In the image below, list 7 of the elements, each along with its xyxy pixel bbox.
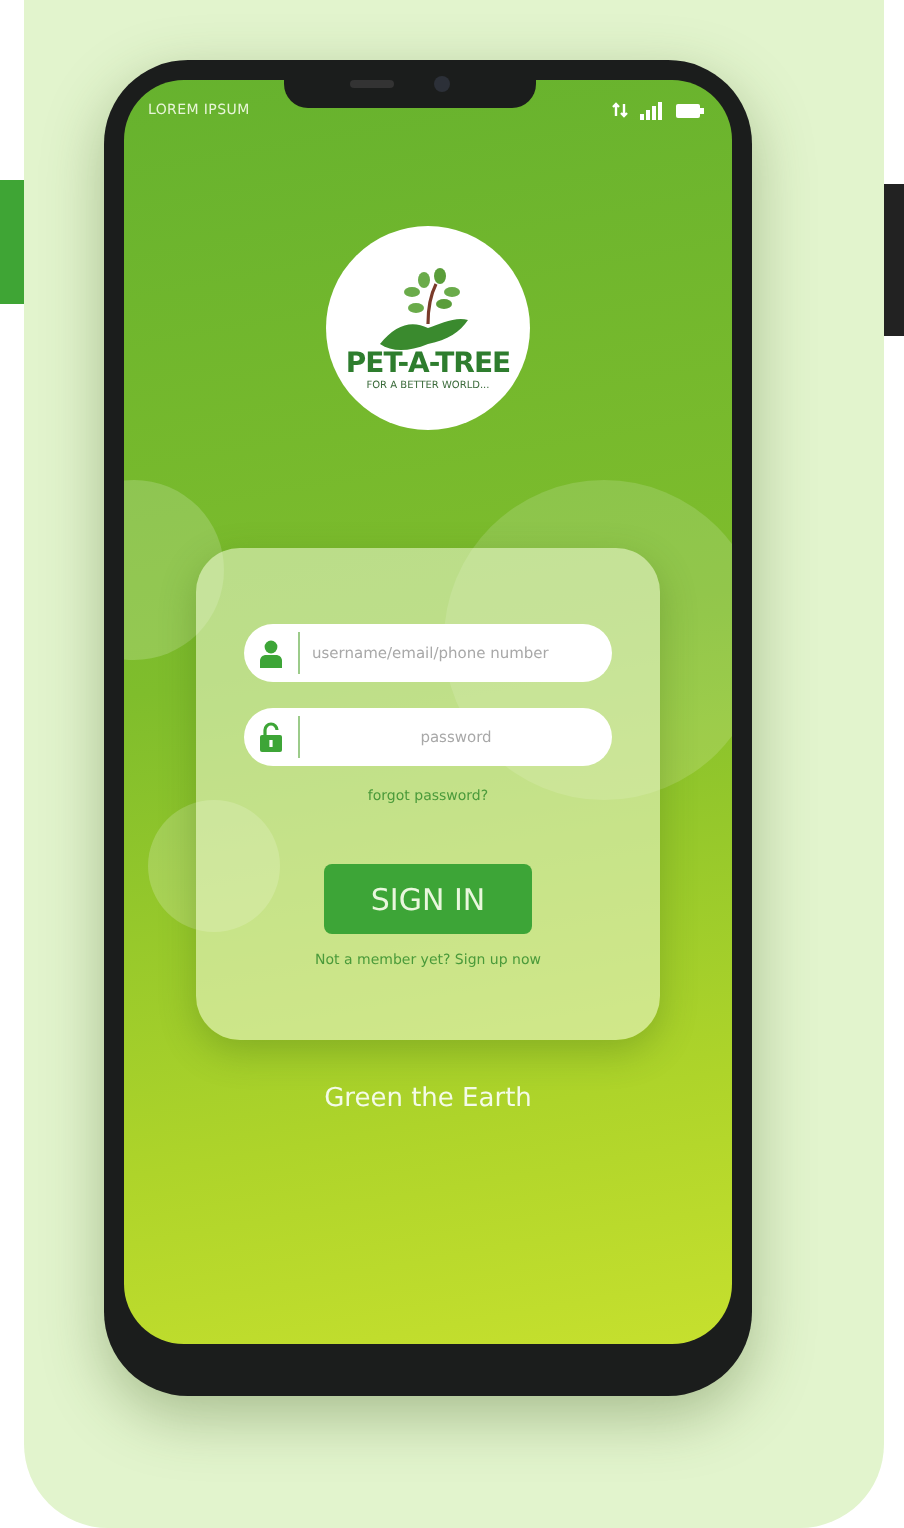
battery-icon [676, 103, 704, 117]
signal-icon [640, 101, 664, 119]
side-block [0, 180, 24, 304]
logo-title: PET-A-TREE [345, 348, 511, 380]
sign-in-button[interactable]: SIGN IN [324, 864, 532, 934]
data-arrows-icon [612, 102, 628, 118]
tagline-text: Green the Earth [324, 1084, 532, 1114]
